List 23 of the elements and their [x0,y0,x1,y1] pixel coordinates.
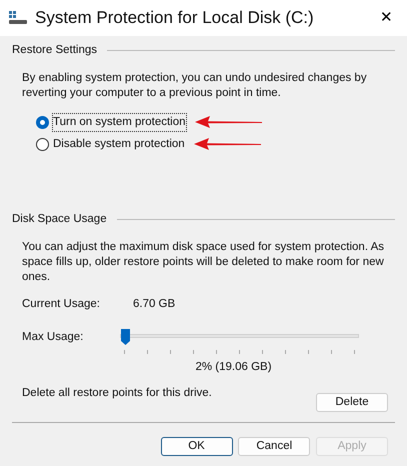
usage-reading: 2% (19.06 GB) [195,361,272,374]
arrow [192,137,263,152]
field-label: Current Usage: [22,297,100,312]
delete-button[interactable]: Delete [316,393,388,412]
slider-thumb[interactable] [120,328,131,346]
usage-value: 6.70 GB [132,297,176,312]
delete-text: Delete all restore points for this drive. [22,386,212,402]
arrow [194,115,264,130]
group-heading: Restore Settings [12,43,98,58]
radio-button[interactable] [36,138,49,151]
field-label: Max Usage: [22,330,84,346]
description-text: You can adjust the maximum disk space used for system protection. As space fills up, older restore points will be deleted to make room for new ones. [22,240,385,286]
slider-track[interactable] [120,328,359,356]
window-title: System Protection for Local Disk (C:) [35,7,315,30]
description-text: By enabling system protection, you can undo undesired changes by reverting your computer to a previous point in time. [22,71,368,102]
radio-label[interactable]: Turn on system protection [53,114,186,131]
drive-icon [9,11,27,25]
close-button[interactable]: ✕ [376,6,397,30]
radio-button[interactable] [36,116,49,129]
group-heading: Disk Space Usage [12,212,107,228]
radio-label[interactable]: Disable system protection [53,136,185,153]
dialog-button[interactable]: Cancel [238,437,310,456]
dialog-button[interactable]: OK [160,437,232,456]
